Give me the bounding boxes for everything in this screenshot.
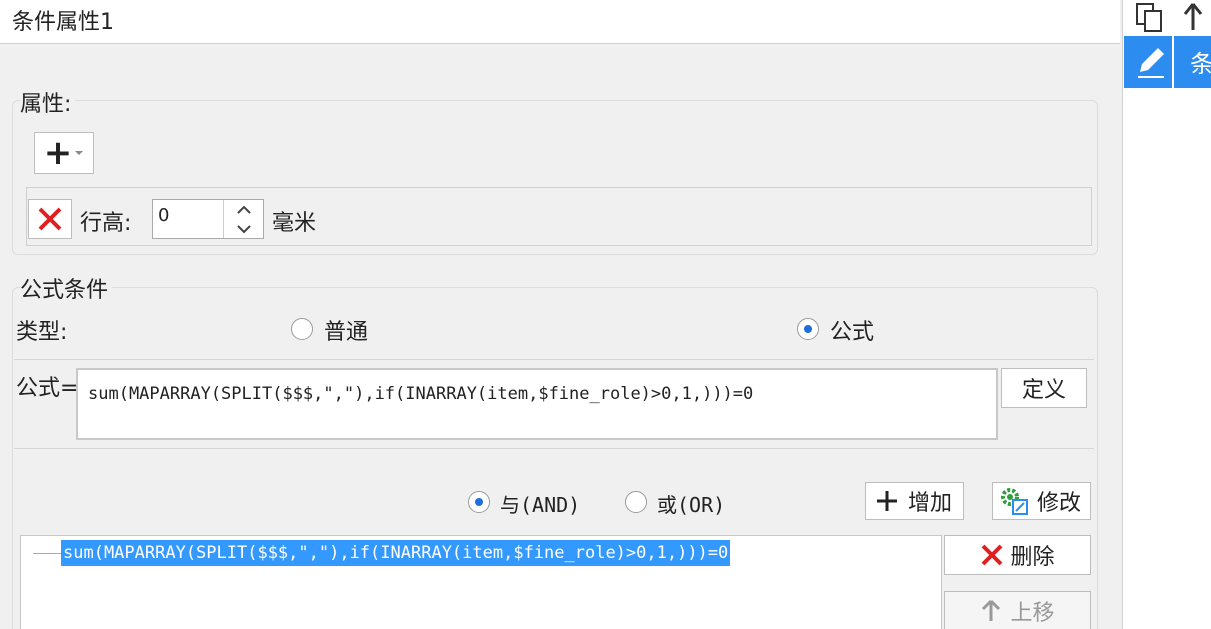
right-panel-tab-bar[interactable]: 条 [1124,36,1211,88]
delete-condition-button[interactable]: 删除 [944,535,1091,575]
add-attribute-button[interactable]: + [34,132,94,174]
type-formula-radio[interactable] [797,318,819,340]
modify-condition-label: 修改 [1037,491,1082,516]
right-panel-tab-label[interactable]: 条 [1190,44,1211,79]
attributes-legend: 属性: [20,86,76,118]
define-button-label: 定义 [1021,378,1066,403]
divider [14,448,1094,449]
type-normal-label[interactable]: 普通 [324,314,368,346]
row-height-value[interactable]: 0 [158,205,169,226]
row-height-spinner[interactable]: 0 [152,199,264,239]
divider [14,359,1094,360]
formula-input-value[interactable]: sum(MAPARRAY(SPLIT($$$,","),if(INARRAY(i… [88,384,753,404]
formula-input[interactable]: sum(MAPARRAY(SPLIT($$$,","),if(INARRAY(i… [76,368,998,440]
plus-icon [877,491,897,511]
define-button[interactable]: 定义 [1001,368,1087,408]
tab-separator [1172,36,1174,88]
dialog-title-bar: 条件属性1 [0,0,1120,44]
condition-list[interactable]: sum(MAPARRAY(SPLIT($$$,","),if(INARRAY(i… [20,535,942,629]
logic-or-label[interactable]: 或(OR) [657,489,725,518]
condition-list-item[interactable]: sum(MAPARRAY(SPLIT($$$,","),if(INARRAY(i… [61,540,731,566]
row-height-label: 行高: [80,211,132,236]
formula-label: 公式= [16,376,79,401]
logic-or-radio[interactable] [625,491,647,513]
modify-gear-icon [1001,488,1028,515]
chevron-up-icon [236,205,251,214]
plus-icon: + [43,133,73,173]
copy-icon[interactable] [1133,0,1173,34]
row-height-unit: 毫米 [272,211,317,236]
move-up-label: 上移 [1010,601,1055,626]
right-panel: 条 [1122,0,1211,629]
arrow-up-icon [982,599,1001,621]
chevron-down-icon [236,224,251,233]
arrow-up-icon[interactable] [1181,0,1211,34]
type-label: 类型: [16,320,68,345]
logic-and-radio[interactable] [468,491,490,513]
dialog-title: 条件属性1 [12,10,114,35]
close-icon [38,207,62,231]
modify-condition-button[interactable]: 修改 [992,482,1091,520]
chevron-down-icon [75,151,84,155]
type-normal-radio[interactable] [291,318,313,340]
delete-condition-label: 删除 [1010,545,1055,570]
add-condition-button[interactable]: 增加 [865,482,964,520]
close-icon [982,544,1003,566]
formula-condition-legend: 公式条件 [20,272,113,304]
spin-down-button[interactable] [224,219,263,238]
add-condition-label: 增加 [908,491,953,516]
logic-and-label[interactable]: 与(AND) [500,489,580,518]
pencil-icon[interactable] [1130,42,1170,82]
remove-attribute-button[interactable] [28,199,72,239]
spin-up-button[interactable] [224,200,263,219]
type-formula-label[interactable]: 公式 [830,314,874,346]
tree-connector [33,553,61,554]
move-up-button[interactable]: 上移 [944,591,1091,629]
